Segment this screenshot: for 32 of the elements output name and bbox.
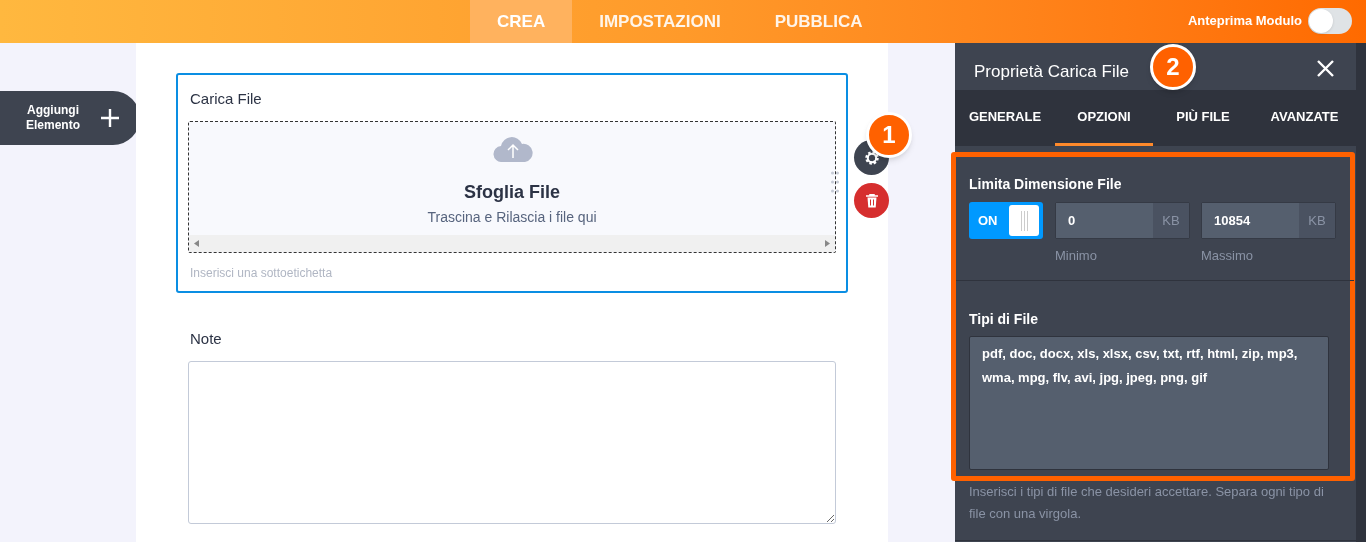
input-caption: Massimo [1201,247,1253,265]
cloud-upload-icon [493,136,533,162]
panel-tab[interactable]: AVANZATE [1253,90,1356,146]
browse-title[interactable]: Sfoglia File [189,179,835,206]
drop-hint: Trascina e Rilascia i file qui [426,208,598,227]
panel-tab[interactable]: GENERALE [955,90,1055,146]
drop-zone[interactable]: Sfoglia File Trascina e Rilascia i file qui [188,121,836,253]
size-input-field[interactable]: 0 KB [1055,202,1190,239]
file-types-textarea[interactable]: pdf, doc, docx, xls, xlsx, csv, txt, rtf, html, zip, mp3, wma, mpg, flv, avi, jpg, jpeg, png, gif [969,336,1329,470]
scroll-left-icon[interactable] [194,240,199,247]
close-button[interactable] [1314,57,1336,79]
settings-icon [863,149,880,166]
close-icon [1316,59,1334,77]
preview-label: Anteprima Modulo [1187,12,1302,31]
upload-field-frame[interactable]: Carica File Sfoglia File Trascina e Rilascia i file qui Inserisci una sottoetichetta [176,73,848,293]
field-label: Carica File [190,89,262,109]
size-input-field[interactable]: 10854 KB [1201,202,1336,239]
scroll-right-icon[interactable] [825,240,830,247]
drag-handle-icon [831,171,839,193]
panel-tab[interactable]: OPZIONI [1055,90,1153,146]
section-label: Tipi di File [969,310,1038,329]
section-label: Limita Dimensione File [969,175,1122,194]
panel-title: Proprietà Carica File [974,61,1129,83]
step-badge: 1 [866,112,912,158]
scrollbar[interactable] [189,235,835,252]
input-caption: Minimo [1055,247,1097,265]
field-label: Note [190,329,222,349]
preview-toggle[interactable] [1308,8,1352,34]
panel-tab[interactable]: PIÙ FILE [1153,90,1253,146]
help-text: Inserisci i tipi di file che desideri accettare. Separa ogni tipo di file con una virgola. [969,483,1324,523]
trash-icon [865,193,878,208]
plus-icon [100,108,120,128]
